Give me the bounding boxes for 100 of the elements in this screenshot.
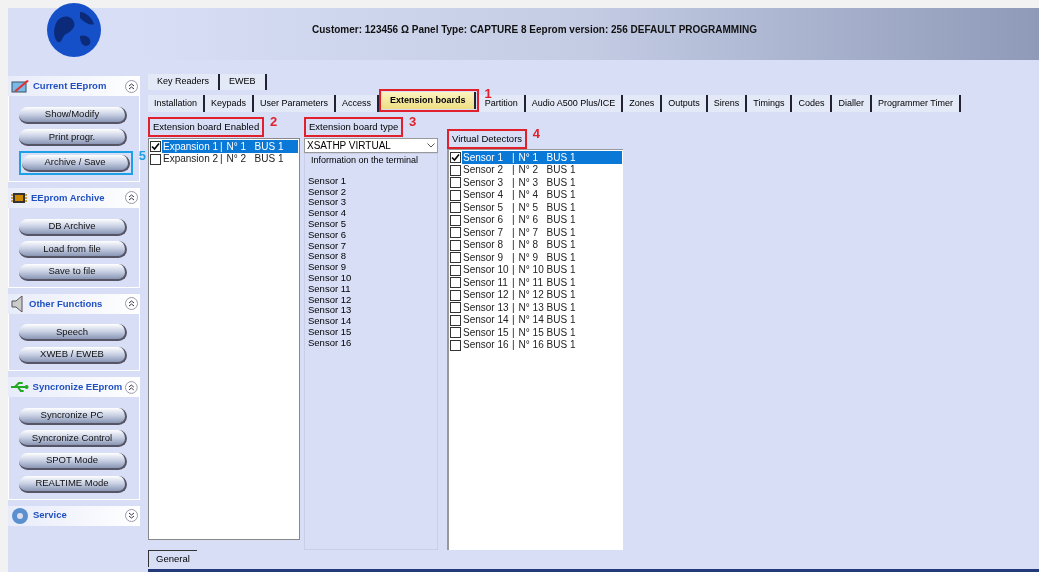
- tab[interactable]: General: [148, 550, 197, 567]
- checkbox[interactable]: [450, 177, 461, 188]
- checkbox[interactable]: [450, 239, 461, 251]
- list-item[interactable]: Expansion 2 | N° 2 BUS 1: [162, 152, 298, 166]
- checkbox[interactable]: [450, 289, 461, 301]
- list-item[interactable]: Sensor 5 | N° 5 BUS 1: [462, 201, 622, 214]
- info-line: Sensor 12: [308, 294, 353, 306]
- checkbox[interactable]: [450, 339, 461, 351]
- tab[interactable]: Zones: [623, 95, 663, 112]
- collapse-chevron-icon[interactable]: [125, 297, 138, 311]
- sidebar-button[interactable]: Archive / Save: [22, 154, 130, 172]
- tab[interactable]: Audio A500 Plus/ICE: [525, 95, 624, 112]
- list-item[interactable]: Sensor 16 | N° 16 BUS 1: [462, 338, 622, 352]
- expand-chevron-icon[interactable]: [125, 509, 138, 522]
- tab[interactable]: Extension boards: [382, 92, 476, 109]
- section-header[interactable]: Service: [8, 505, 140, 526]
- chevron-down-icon: [427, 143, 435, 149]
- info-line: Sensor 11: [308, 283, 352, 295]
- checkbox[interactable]: [450, 302, 461, 313]
- tab[interactable]: Installation: [148, 95, 206, 112]
- info-line: Sensor 6: [308, 229, 348, 241]
- checkmark-icon: [151, 142, 160, 151]
- info-line: Sensor 15: [308, 326, 353, 338]
- section-header[interactable]: Other Functions: [8, 293, 140, 314]
- info-line: Sensor 16: [308, 337, 353, 349]
- checkbox[interactable]: [450, 227, 461, 238]
- checkbox[interactable]: [450, 202, 461, 213]
- collapse-chevron-icon[interactable]: [125, 191, 138, 205]
- tab[interactable]: Codes: [792, 95, 833, 112]
- sidebar-button[interactable]: SPOT Mode: [19, 452, 127, 470]
- annotation-number: 4: [532, 127, 541, 140]
- list-item[interactable]: Sensor 9 | N° 9 BUS 1: [462, 251, 622, 264]
- sidebar-button[interactable]: DB Archive: [19, 218, 127, 236]
- dropdown[interactable]: XSATHP VIRTUAL: [304, 138, 438, 154]
- checkbox[interactable]: [450, 152, 461, 163]
- list-item[interactable]: Sensor 4 | N° 4 BUS 1: [462, 188, 622, 202]
- sidebar-button[interactable]: Load from file: [19, 241, 127, 259]
- info-line: Sensor 4: [308, 208, 348, 219]
- sidebar-button[interactable]: REALTIME Mode: [19, 475, 127, 493]
- list-item[interactable]: Expansion 1 | N° 1 BUS 1: [162, 140, 298, 153]
- info-line: Sensor 9: [308, 262, 348, 273]
- group-label: Virtual Detectors: [451, 132, 524, 146]
- group-label: Extension board Enabled: [152, 120, 261, 134]
- checkbox[interactable]: [450, 264, 461, 276]
- tab[interactable]: Timings: [747, 95, 793, 112]
- group-label: Extension board type: [308, 120, 400, 134]
- collapse-chevron-icon[interactable]: [125, 79, 138, 93]
- list-item[interactable]: Sensor 3 | N° 3 BUS 1: [462, 176, 622, 189]
- sidebar-button[interactable]: Speech: [19, 324, 127, 342]
- checkbox[interactable]: [450, 327, 461, 338]
- info-line: Sensor 13: [308, 305, 353, 317]
- info-line: Sensor 7: [308, 240, 348, 252]
- sidebar-button[interactable]: Show/Modify: [19, 106, 127, 124]
- list-item[interactable]: Sensor 1 | N° 1 BUS 1: [462, 151, 622, 164]
- list-item[interactable]: Sensor 8 | N° 8 BUS 1: [462, 238, 622, 252]
- section-title: EEprom Archive: [31, 190, 106, 205]
- list-item[interactable]: Sensor 14 | N° 14 BUS 1: [462, 313, 622, 327]
- checkbox[interactable]: [450, 252, 461, 263]
- checkmark-icon: [451, 153, 460, 162]
- list-item[interactable]: Sensor 11 | N° 11 BUS 1: [462, 276, 622, 289]
- checkbox[interactable]: [450, 189, 461, 201]
- list-item[interactable]: Sensor 15 | N° 15 BUS 1: [462, 326, 622, 339]
- collapse-chevron-icon[interactable]: [125, 380, 138, 394]
- tab[interactable]: User Parameters: [254, 95, 337, 112]
- list-item[interactable]: Sensor 12 | N° 12 BUS 1: [462, 288, 622, 302]
- section-title: Current EEprom: [33, 78, 108, 93]
- list-item[interactable]: Sensor 13 | N° 13 BUS 1: [462, 301, 622, 314]
- section-header[interactable]: Current EEprom: [8, 76, 140, 96]
- annotation-number: 2: [269, 115, 278, 128]
- section-title: Other Functions: [29, 296, 104, 311]
- section-title: Service: [33, 508, 68, 523]
- sidebar-button[interactable]: Save to file: [19, 263, 127, 281]
- section-header[interactable]: Syncronize EEprom: [8, 377, 140, 397]
- sidebar-button[interactable]: Syncronize PC: [19, 407, 127, 425]
- tab[interactable]: Outputs: [662, 95, 708, 112]
- checkbox[interactable]: [150, 141, 161, 152]
- sidebar-button[interactable]: XWEB / EWEB: [19, 347, 127, 364]
- checkbox[interactable]: [450, 277, 461, 288]
- tab[interactable]: Dialler: [832, 95, 872, 112]
- info-line: Sensor 10: [308, 272, 353, 284]
- list-item[interactable]: Sensor 7 | N° 7 BUS 1: [462, 226, 622, 239]
- list-item[interactable]: Sensor 2 | N° 2 BUS 1: [462, 163, 622, 177]
- tab[interactable]: EWEB: [220, 74, 267, 90]
- list-item[interactable]: Sensor 6 | N° 6 BUS 1: [462, 213, 622, 227]
- sidebar-button[interactable]: Print progr.: [19, 129, 127, 147]
- tab[interactable]: Keypads: [205, 95, 255, 112]
- info-line: Sensor 1: [308, 175, 348, 187]
- tab[interactable]: Sirens: [707, 95, 748, 112]
- checkbox[interactable]: [450, 314, 461, 326]
- checkbox[interactable]: [450, 214, 461, 226]
- sidebar-button[interactable]: Syncronize Control: [19, 430, 127, 448]
- info-line: Sensor 5: [308, 218, 348, 230]
- checkbox[interactable]: [150, 153, 161, 165]
- section-header[interactable]: EEprom Archive: [8, 187, 140, 208]
- info-line: Sensor 2: [308, 186, 348, 198]
- tab[interactable]: Access: [336, 95, 380, 112]
- checkbox[interactable]: [450, 164, 461, 176]
- tab[interactable]: Key Readers: [148, 74, 221, 90]
- tab[interactable]: Programmer Timer: [872, 95, 961, 112]
- list-item[interactable]: Sensor 10 | N° 10 BUS 1: [462, 263, 622, 277]
